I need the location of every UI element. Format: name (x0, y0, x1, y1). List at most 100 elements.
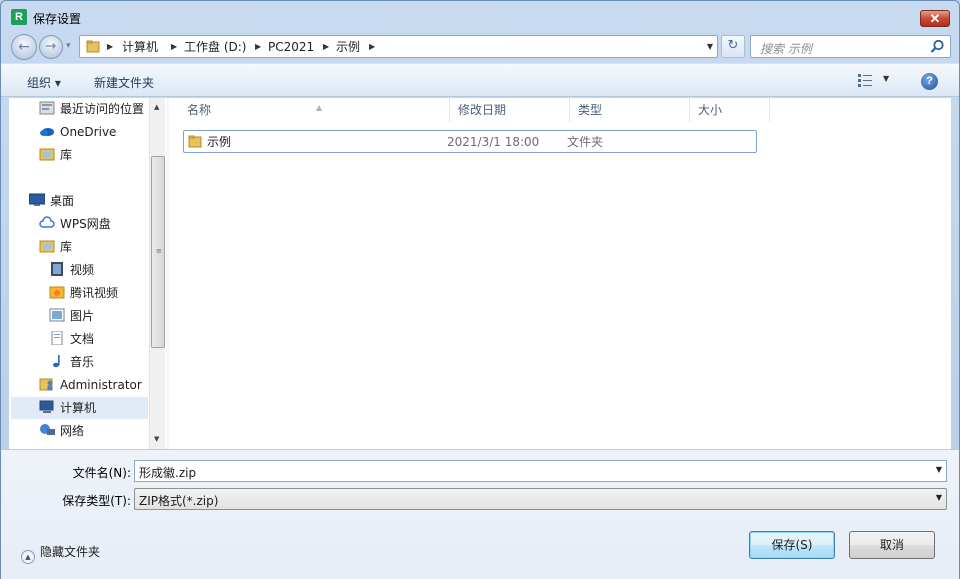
nav-item-library-2[interactable]: 库 (39, 237, 72, 257)
filetype-value: ZIP格式(*.zip) (139, 494, 219, 508)
hide-folders-toggle[interactable]: ▲ 隐藏文件夹 (21, 543, 100, 564)
column-label: 名称 (187, 103, 212, 117)
video-icon (51, 262, 63, 276)
window-title: 保存设置 (33, 12, 82, 26)
documents-icon (51, 331, 63, 345)
view-options-icon[interactable] (858, 74, 872, 87)
nav-item-desktop[interactable]: 桌面 (29, 191, 74, 211)
nav-label: 图片 (70, 309, 95, 323)
tencent-video-icon (49, 286, 65, 299)
nav-item-onedrive[interactable]: OneDrive (39, 122, 116, 142)
close-button[interactable]: ✕ (920, 10, 950, 27)
nav-item-library[interactable]: 库 (39, 145, 72, 165)
save-options-panel: 文件名(N): 形成徽.zip ▼ 保存类型(T): ZIP格式(*.zip) … (1, 449, 959, 579)
cancel-button[interactable]: 取消 (849, 531, 935, 559)
browser-area: 最近访问的位置 OneDrive 库 桌面 WPS网盘 库 视频 腾讯视频 图片… (9, 98, 951, 449)
chevron-down-icon[interactable]: ▼ (936, 493, 942, 502)
breadcrumb-pc2021[interactable]: PC2021 (268, 39, 314, 55)
search-icon[interactable] (930, 39, 945, 54)
collapse-icon: ▲ (21, 550, 35, 564)
grip-icon: ≡ (156, 247, 162, 255)
table-row[interactable]: 示例 2021/3/1 18:00 文件夹 (183, 130, 757, 153)
chevron-down-icon[interactable]: ▼ (883, 74, 889, 83)
recent-pages-dropdown[interactable]: ▾ (66, 41, 76, 51)
column-header-modified[interactable]: 修改日期 (450, 98, 570, 122)
save-dialog: R 保存设置 ✕ ← → ▾ ▶ 计算机 ▶ 工作盘 (D:) ▶ PC2021… (0, 0, 960, 579)
column-header-name[interactable]: 名称 ▲ (179, 98, 450, 122)
nav-scrollbar[interactable]: ▲ ≡ ▼ (149, 98, 165, 449)
save-button[interactable]: 保存(S) (749, 531, 835, 559)
title-bar: R 保存设置 ✕ (1, 1, 959, 33)
command-toolbar: 组织 ▾ 新建文件夹 ▼ ? (1, 63, 959, 97)
filename-field[interactable]: 形成徽.zip ▼ (134, 460, 947, 482)
help-icon[interactable]: ? (921, 73, 938, 90)
nav-label: 库 (60, 148, 73, 162)
music-icon (53, 355, 60, 368)
nav-label: WPS网盘 (60, 217, 111, 231)
filename-input[interactable]: 形成徽.zip (139, 464, 196, 481)
chevron-down-icon[interactable]: ▼ (707, 39, 713, 55)
breadcrumb-example[interactable]: 示例 (336, 39, 360, 55)
column-label: 类型 (578, 103, 603, 117)
breadcrumb-separator-icon[interactable]: ▶ (255, 39, 261, 55)
back-button[interactable]: ← (11, 34, 37, 60)
nav-label: 文档 (70, 332, 95, 346)
nav-item-tencent-video[interactable]: 腾讯视频 (49, 283, 118, 303)
nav-label: 音乐 (70, 355, 95, 369)
sort-ascending-icon: ▲ (316, 103, 323, 112)
pictures-icon (49, 308, 65, 322)
organize-menu[interactable]: 组织 ▾ (27, 74, 61, 91)
nav-item-wps-cloud[interactable]: WPS网盘 (39, 214, 111, 234)
nav-item-recent[interactable]: 最近访问的位置 (39, 99, 144, 119)
nav-label: 网络 (60, 424, 85, 438)
nav-label: 库 (60, 240, 73, 254)
nav-item-music[interactable]: 音乐 (49, 352, 94, 372)
file-type: 文件夹 (567, 135, 604, 149)
nav-item-video[interactable]: 视频 (49, 260, 94, 280)
breadcrumb-separator-icon[interactable]: ▶ (107, 39, 113, 55)
search-box[interactable]: 搜索 示例 (750, 35, 951, 58)
file-name: 示例 (207, 135, 232, 149)
navigation-bar: ← → ▾ ▶ 计算机 ▶ 工作盘 (D:) ▶ PC2021 ▶ 示例 ▶ ▼… (1, 33, 959, 61)
scroll-thumb[interactable]: ≡ (151, 156, 165, 348)
filename-label: 文件名(N): (72, 466, 131, 480)
filetype-select[interactable]: ZIP格式(*.zip) ▼ (134, 488, 947, 510)
network-icon (40, 424, 55, 435)
file-modified: 2021/3/1 18:00 (447, 135, 540, 149)
column-label: 修改日期 (458, 103, 507, 117)
breadcrumb-separator-icon[interactable]: ▶ (171, 39, 177, 55)
search-input[interactable]: 搜索 示例 (760, 40, 812, 57)
nav-label: 计算机 (60, 401, 97, 415)
refresh-button[interactable]: ↻ (721, 35, 745, 58)
new-folder-button[interactable]: 新建文件夹 (94, 74, 154, 91)
nav-item-computer[interactable]: 计算机 (39, 398, 96, 418)
breadcrumb-drive[interactable]: 工作盘 (D:) (184, 39, 246, 55)
wps-cloud-icon (39, 216, 55, 228)
breadcrumb-computer[interactable]: 计算机 (122, 39, 158, 55)
nav-label: Administrator (60, 378, 142, 392)
nav-label: 腾讯视频 (70, 286, 119, 300)
column-label: 大小 (698, 103, 723, 117)
folder-icon (86, 40, 100, 53)
chevron-down-icon[interactable]: ▼ (936, 465, 942, 474)
address-bar[interactable]: ▶ 计算机 ▶ 工作盘 (D:) ▶ PC2021 ▶ 示例 ▶ ▼ (79, 35, 718, 58)
recent-places-icon (39, 101, 55, 115)
nav-label: OneDrive (60, 125, 117, 139)
library-icon (39, 148, 55, 161)
nav-item-documents[interactable]: 文档 (49, 329, 94, 349)
filetype-label: 保存类型(T): (62, 494, 131, 508)
desktop-icon (29, 193, 45, 206)
column-header-type[interactable]: 类型 (570, 98, 690, 122)
breadcrumb-separator-icon[interactable]: ▶ (323, 39, 329, 55)
column-header-size[interactable]: 大小 (690, 98, 770, 122)
scroll-down-icon[interactable]: ▼ (154, 435, 159, 443)
nav-item-pictures[interactable]: 图片 (49, 306, 94, 326)
nav-item-administrator[interactable]: Administrator (39, 375, 142, 395)
nav-item-network[interactable]: 网络 (39, 421, 84, 441)
scroll-up-icon[interactable]: ▲ (154, 103, 159, 111)
folder-icon (188, 135, 202, 148)
forward-button[interactable]: → (39, 35, 63, 59)
hide-folders-label: 隐藏文件夹 (40, 545, 101, 559)
breadcrumb-separator-icon[interactable]: ▶ (369, 39, 375, 55)
nav-label: 桌面 (50, 194, 75, 208)
